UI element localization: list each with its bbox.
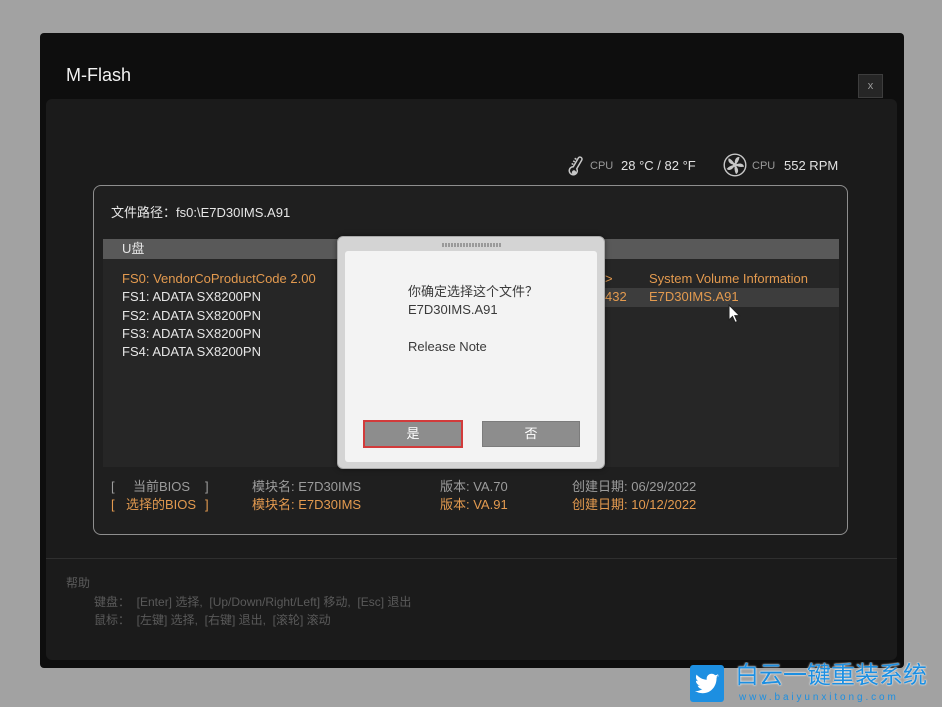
drive-item-fs4[interactable]: FS4: ADATA SX8200PN bbox=[122, 343, 316, 361]
current-bios-module: 模块名: E7D30IMS bbox=[252, 479, 362, 494]
fan-icon bbox=[723, 153, 747, 177]
window-title: M-Flash bbox=[66, 65, 132, 85]
dialog-release-note: Release Note bbox=[408, 339, 487, 354]
watermark-brand: 白云一键重装系统 bbox=[735, 662, 927, 689]
selected-bios-row: [ 选择的BIOS ] 模块名: E7D30IMS 版本: VA.91 创建日期… bbox=[94, 497, 847, 513]
help-title: 帮助 bbox=[66, 576, 91, 590]
close-button[interactable]: x bbox=[858, 74, 883, 98]
cpu-temp-label: CPU bbox=[590, 160, 614, 172]
drive-list: FS0: VendorCoProductCode 2.00 FS1: ADATA… bbox=[122, 270, 316, 361]
bracket-close: ] bbox=[205, 479, 209, 494]
bracket-open: [ bbox=[111, 479, 115, 494]
current-bios-date: 创建日期: 06/29/2022 bbox=[572, 479, 697, 494]
bird-icon bbox=[690, 665, 724, 702]
selected-bios-version: 版本: VA.91 bbox=[440, 497, 508, 512]
help-divider bbox=[46, 558, 897, 559]
file-path: 文件路径：fs0:\E7D30IMS.A91 bbox=[111, 205, 291, 220]
thermometer-icon bbox=[566, 154, 586, 178]
cpu-temp-value: 28 °C / 82 °F bbox=[621, 158, 696, 173]
yes-button[interactable]: 是 bbox=[363, 420, 463, 448]
drive-item-fs3[interactable]: FS3: ADATA SX8200PN bbox=[122, 325, 316, 343]
current-bios-label: 当前BIOS bbox=[133, 479, 191, 494]
file-name: E7D30IMS.A91 bbox=[649, 289, 739, 305]
file-name: System Volume Information bbox=[649, 271, 808, 286]
list-header-label: U盘 bbox=[122, 241, 145, 256]
selected-bios-label: 选择的BIOS bbox=[126, 497, 197, 512]
drive-item-fs1[interactable]: FS1: ADATA SX8200PN bbox=[122, 288, 316, 306]
selected-bios-date: 创建日期: 10/12/2022 bbox=[572, 497, 697, 512]
watermark-url: www.baiyunxitong.com bbox=[739, 692, 899, 703]
dialog-question: 你确定选择这个文件？ bbox=[408, 284, 539, 299]
bracket-open: [ bbox=[111, 497, 115, 512]
current-bios-row: [ 当前BIOS ] 模块名: E7D30IMS 版本: VA.70 创建日期:… bbox=[94, 479, 847, 495]
dialog-drag-handle[interactable] bbox=[442, 243, 502, 247]
drive-item-fs0[interactable]: FS0: VendorCoProductCode 2.00 bbox=[122, 270, 316, 288]
confirm-dialog: 你确定选择这个文件？ E7D30IMS.A91 Release Note 是 否 bbox=[337, 236, 605, 469]
bracket-close: ] bbox=[205, 497, 209, 512]
help-keyboard: 键盘： [Enter] 选择, [Up/Down/Right/Left] 移动,… bbox=[94, 595, 412, 609]
dialog-file-name: E7D30IMS.A91 bbox=[408, 302, 498, 317]
drive-item-fs2[interactable]: FS2: ADATA SX8200PN bbox=[122, 307, 316, 325]
no-button[interactable]: 否 bbox=[482, 421, 580, 447]
cpu-fan-label: CPU bbox=[752, 160, 776, 172]
selected-bios-module: 模块名: E7D30IMS bbox=[252, 497, 362, 512]
help-mouse: 鼠标： [左键] 选择, [右键] 退出, [滚轮] 滚动 bbox=[94, 613, 331, 627]
file-info: 432 bbox=[605, 289, 627, 305]
cpu-fan-value: 552 RPM bbox=[784, 158, 839, 173]
mouse-cursor-icon bbox=[728, 303, 741, 329]
file-info: > bbox=[605, 271, 613, 286]
current-bios-version: 版本: VA.70 bbox=[440, 479, 508, 494]
